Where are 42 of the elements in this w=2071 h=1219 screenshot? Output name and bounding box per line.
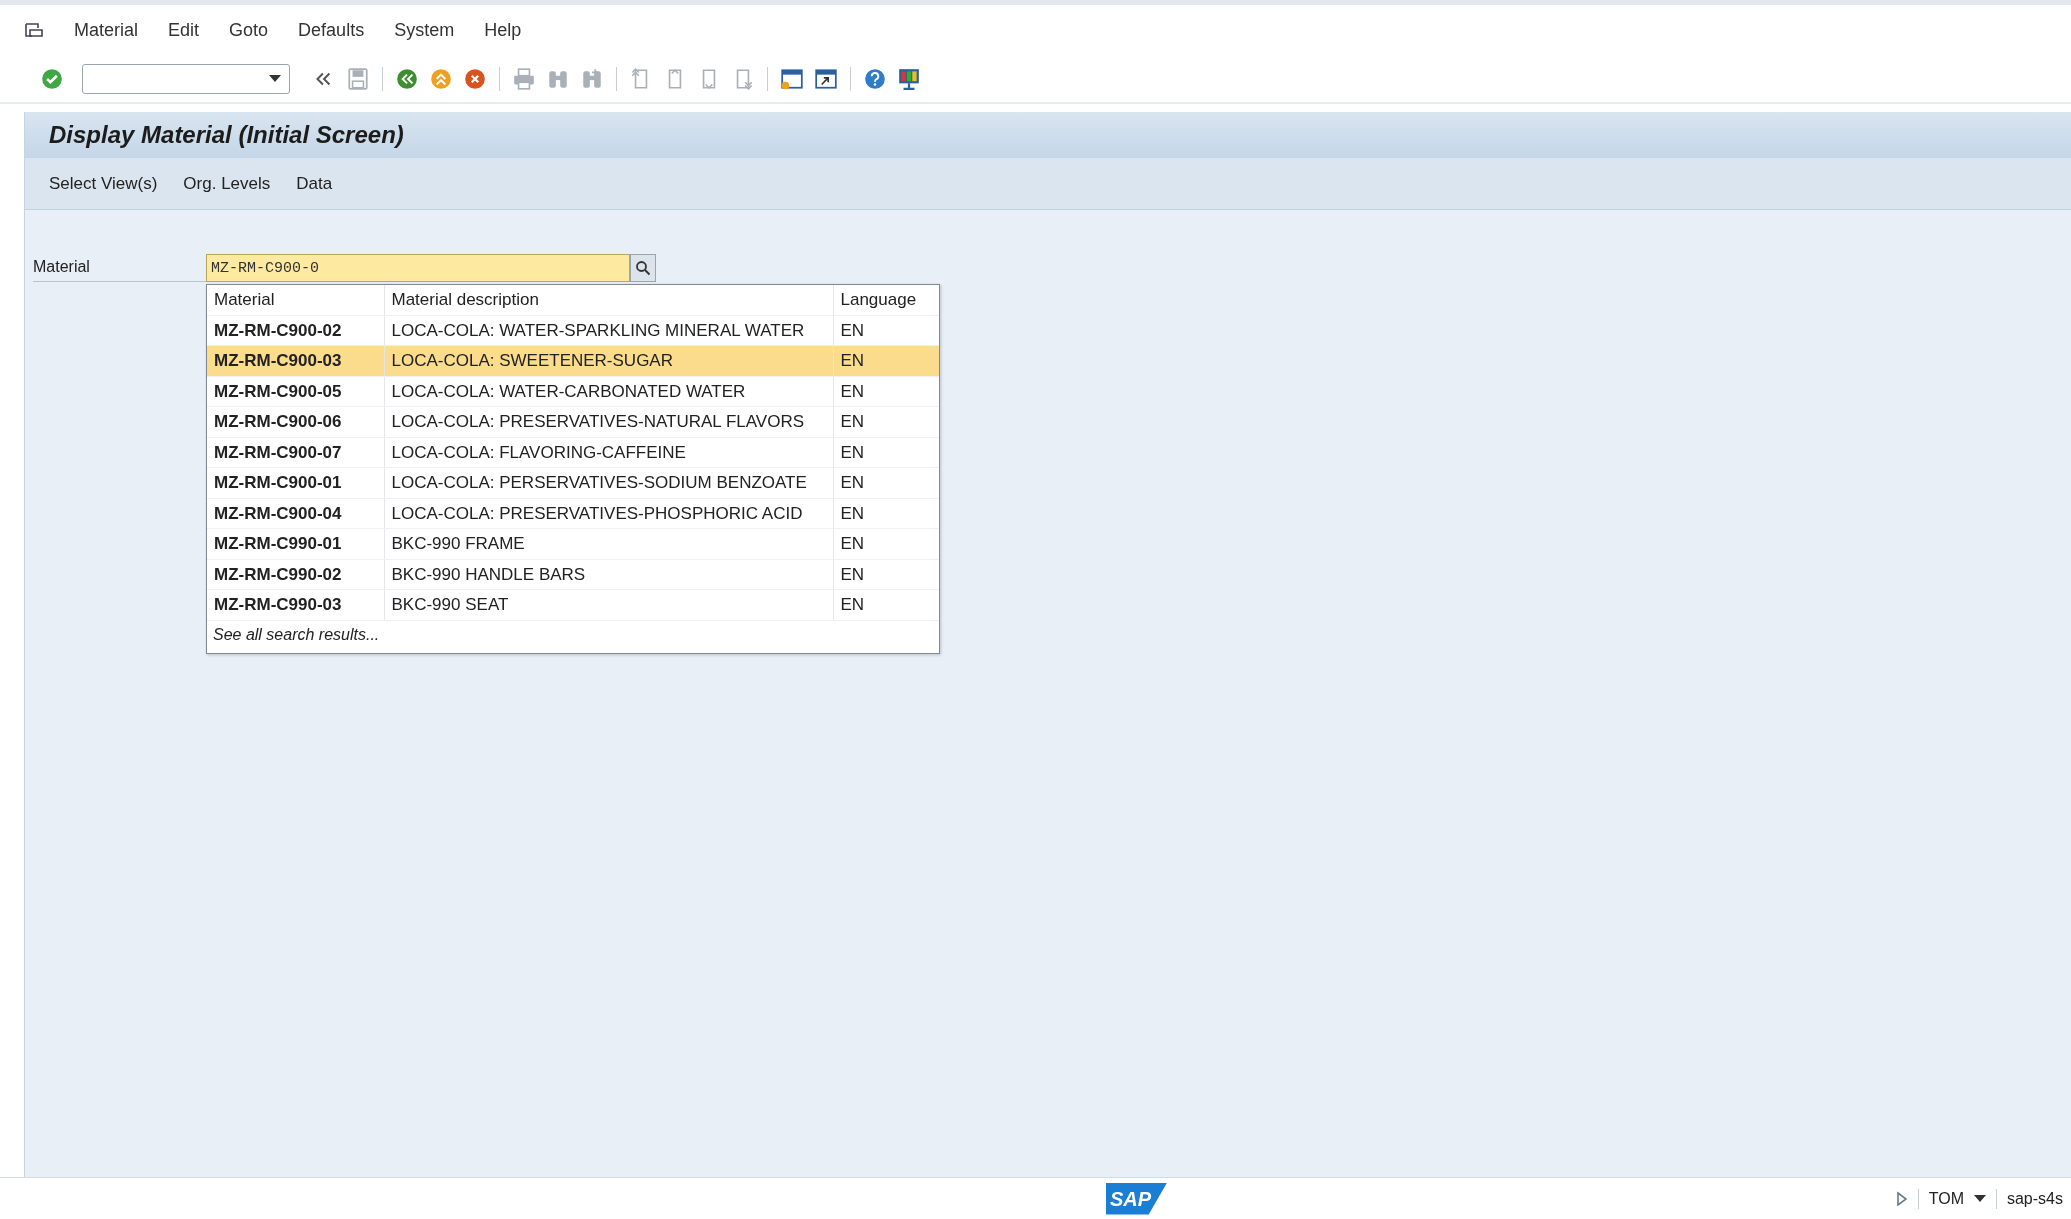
suggestion-row[interactable]: MZ-RM-C990-02 BKC-990 HANDLE BARS EN [207,559,939,590]
menu-item[interactable]: Defaults [298,17,365,44]
menu-item[interactable]: Material [74,17,139,44]
caret-icon [269,75,281,83]
column-header: Language [833,285,939,315]
see-all-results-link[interactable]: See all search results... [207,620,939,653]
suggestion-row[interactable]: MZ-RM-C990-01 BKC-990 FRAME EN [207,528,939,559]
suggestion-row[interactable]: MZ-RM-C900-07 LOCA-COLA: FLAVORING-CAFFEINE EN [207,437,939,468]
check-icon[interactable] [40,67,64,91]
help-icon[interactable] [863,67,887,91]
suggestion-row[interactable]: MZ-RM-C900-05 LOCA-COLA: WATER-CARBONATED WATER EN [207,376,939,407]
suggestion-row[interactable]: MZ-RM-C990-03 BKC-990 SEAT EN [207,589,939,620]
column-header: Material description [384,285,833,315]
shortcut-window-icon[interactable] [814,67,838,91]
user-name: TOM [1928,1188,1964,1209]
cancel-icon[interactable] [463,67,487,91]
column-header: Material [207,285,384,315]
suggestion-row[interactable]: MZ-RM-C900-04 LOCA-COLA: PRESERVATIVES-PHOSPHORIC ACID EN [207,498,939,529]
screen-title: Display Material (Initial Screen) [49,120,404,150]
suggestion-row[interactable]: MZ-RM-C900-06 LOCA-COLA: PRESERVATIVES-NATURAL FLAVORS EN [207,406,939,437]
suggestion-row[interactable]: MZ-RM-C900-01 LOCA-COLA: PERSERVATIVES-SODIUM BENZOATE EN [207,467,939,498]
search-icon [635,260,651,276]
search-help-button[interactable] [630,254,656,282]
new-window-icon[interactable] [780,67,804,91]
command-field[interactable] [82,64,290,94]
menu-icon[interactable] [24,21,44,40]
menu-item[interactable]: Help [484,17,522,44]
toolbar-button[interactable]: Select View(s) [49,170,158,197]
expand-triangle-icon[interactable] [1895,1190,1908,1207]
exit-icon[interactable] [429,67,453,91]
menu-item[interactable]: Edit [168,17,200,44]
toolbar-button[interactable]: Org. Levels [183,170,271,197]
menu-item[interactable]: Goto [229,17,269,44]
material-input-field[interactable]: MZ-RM-C900-0 [206,254,630,282]
system-name: sap-s4s [2006,1188,2063,1209]
toolbar-button[interactable]: Data [296,170,333,197]
sap-logo: SAP [1105,1182,1168,1215]
menu-item[interactable]: System [394,17,455,44]
back-icon[interactable] [395,67,419,91]
caret-icon[interactable] [1973,1194,1986,1203]
suggestion-row[interactable]: MZ-RM-C900-02 LOCA-COLA: WATER-SPARKLING MINERAL WATER EN [207,315,939,346]
monitor-icon[interactable] [897,67,921,91]
